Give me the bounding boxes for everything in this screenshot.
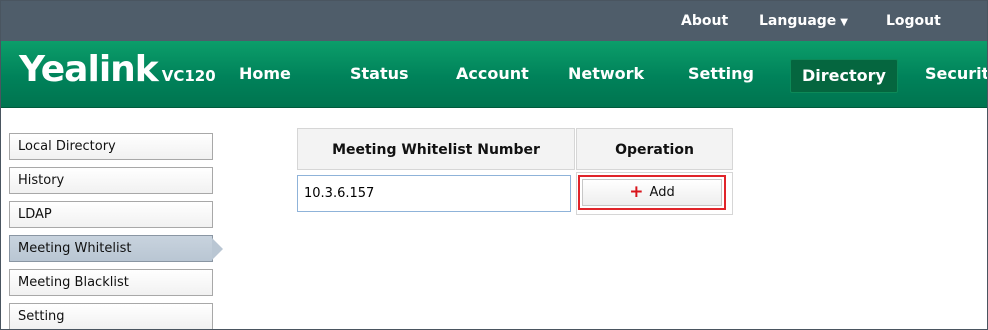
brand-name: Yealink: [19, 49, 159, 90]
nav-directory[interactable]: Directory: [790, 59, 898, 93]
sidebar-item-local-directory[interactable]: Local Directory: [9, 133, 213, 160]
nav-network[interactable]: Network: [568, 41, 644, 107]
sidebar-item-label: Setting: [18, 309, 65, 324]
add-button-label: Add: [649, 185, 675, 200]
sidebar-item-label: History: [18, 173, 65, 188]
about-link[interactable]: About: [681, 1, 728, 41]
browser-frame: About Language ▼ Logout Yealink VC120 Home…: [0, 0, 988, 330]
brand-model: VC120: [161, 67, 216, 85]
add-button[interactable]: + Add: [578, 175, 726, 210]
column-header-operation: Operation: [576, 128, 733, 170]
directory-sidebar: Local Directory History LDAP Meeting Whi…: [9, 133, 223, 329]
sidebar-item-label: Local Directory: [18, 139, 116, 154]
language-dropdown[interactable]: Language ▼: [759, 1, 848, 41]
nav-security[interactable]: Security: [925, 41, 987, 107]
add-button-content: + Add: [629, 182, 675, 202]
sidebar-item-ldap[interactable]: LDAP: [9, 201, 213, 228]
plus-icon: +: [629, 182, 644, 202]
whitelist-number-input[interactable]: [297, 175, 571, 212]
main-navigation: Yealink VC120 Home Status Account Network…: [1, 41, 987, 108]
column-header-whitelist-number: Meeting Whitelist Number: [297, 128, 575, 170]
sidebar-item-label: Meeting Blacklist: [18, 275, 129, 290]
chevron-down-icon: ▼: [840, 17, 848, 28]
nav-home[interactable]: Home: [239, 41, 291, 107]
logout-link[interactable]: Logout: [886, 1, 941, 41]
top-utility-bar: About Language ▼ Logout: [1, 1, 987, 41]
nav-status[interactable]: Status: [350, 41, 409, 107]
sidebar-item-setting[interactable]: Setting: [9, 303, 213, 329]
language-label: Language: [759, 13, 837, 29]
sidebar-item-label: Meeting Whitelist: [18, 241, 132, 256]
nav-setting[interactable]: Setting: [688, 41, 754, 107]
sidebar-item-label: LDAP: [18, 207, 52, 222]
sidebar-item-meeting-blacklist[interactable]: Meeting Blacklist: [9, 269, 213, 296]
brand-logo: Yealink VC120: [19, 49, 216, 90]
sidebar-item-history[interactable]: History: [9, 167, 213, 194]
sidebar-item-meeting-whitelist[interactable]: Meeting Whitelist: [9, 235, 223, 262]
nav-account[interactable]: Account: [456, 41, 529, 107]
arrow-right-icon: [212, 238, 223, 260]
